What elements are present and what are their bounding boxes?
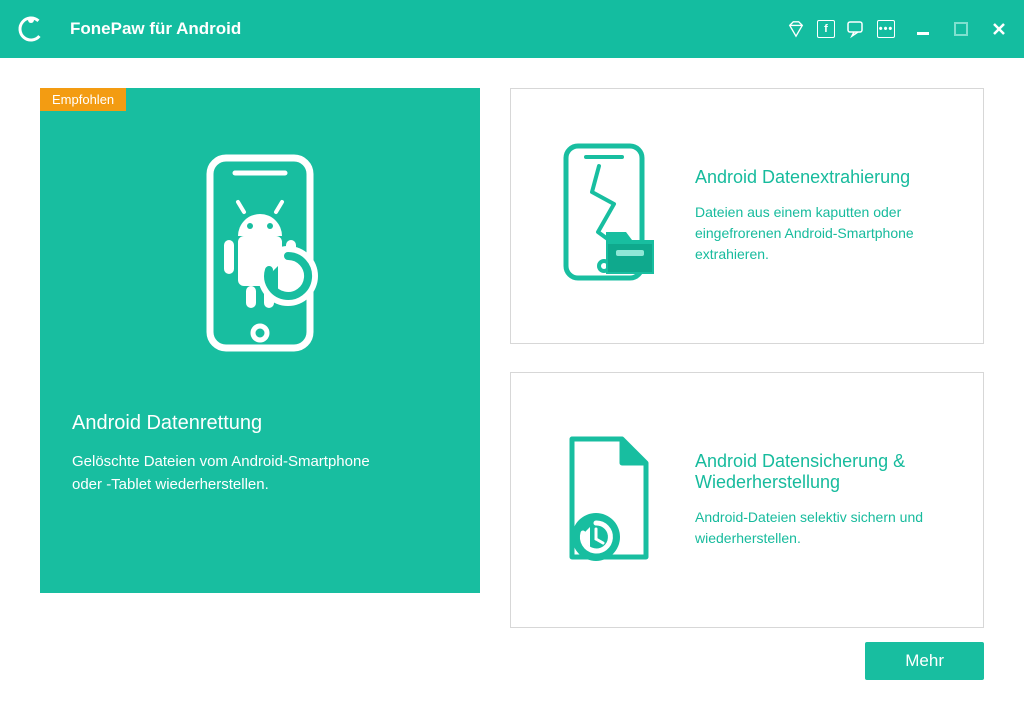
card-recovery-desc: Gelöschte Dateien vom Android-Smartphone… [72,451,372,496]
window-controls [914,20,1008,38]
card-backup-title: Android Datensicherung & Wiederherstellu… [695,451,955,493]
cards-row: Empfohlen [40,88,984,628]
app-window: FonePaw für Android f ••• [0,0,1024,702]
broken-phone-icon [539,136,669,296]
footer-row: Mehr [40,642,984,680]
more-button[interactable]: Mehr [865,642,984,680]
card-extraction-desc: Dateien aus einem kaputten oder eingefro… [695,202,955,265]
phone-restore-icon [72,128,448,388]
titlebar: FonePaw für Android f ••• [0,0,1024,58]
menu-icon[interactable]: ••• [876,19,896,39]
card-extraction[interactable]: Android Datenextrahierung Dateien aus ei… [510,88,984,344]
facebook-icon[interactable]: f [816,19,836,39]
diamond-icon[interactable] [786,19,806,39]
titlebar-icons: f ••• [786,19,896,39]
app-logo-icon [16,14,46,44]
content-area: Empfohlen [0,58,1024,702]
feedback-icon[interactable] [846,19,866,39]
right-column: Android Datenextrahierung Dateien aus ei… [510,88,984,628]
card-backup-desc: Android-Dateien selektiv sichern und wie… [695,507,955,549]
card-backup[interactable]: Android Datensicherung & Wiederherstellu… [510,372,984,628]
minimize-button[interactable] [914,20,932,38]
close-button[interactable] [990,20,1008,38]
card-recovery[interactable]: Empfohlen [40,88,480,593]
card-recovery-title: Android Datenrettung [72,412,448,435]
card-extraction-title: Android Datenextrahierung [695,167,955,188]
recommended-badge: Empfohlen [40,88,126,111]
maximize-button[interactable] [952,20,970,38]
document-restore-icon [539,425,669,575]
app-title: FonePaw für Android [70,19,241,39]
